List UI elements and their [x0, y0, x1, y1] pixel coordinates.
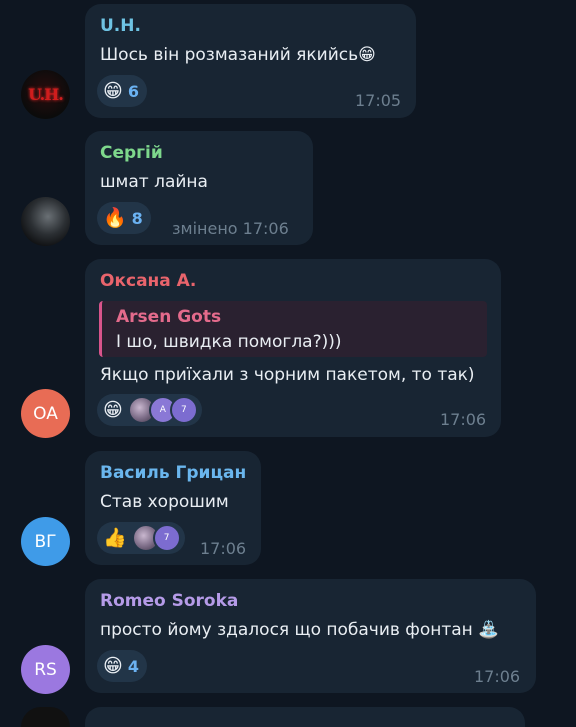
avatar[interactable]: U.H. [21, 70, 70, 119]
reaction-chip[interactable]: 😁 А 7 [97, 394, 202, 426]
reaction-count: 4 [127, 656, 139, 676]
message-time: 17:05 [355, 91, 402, 110]
message-text: Шось він розмазаний якийсь😁 [100, 45, 376, 65]
message-time: 17:06 [242, 219, 289, 238]
next-message-bubble[interactable] [85, 707, 525, 727]
message-time: 17:06 [440, 410, 487, 429]
author-name[interactable]: U.H. [100, 16, 141, 36]
message-bubble[interactable]: Romeo Soroka просто йому здалося що поба… [85, 579, 536, 693]
avatar-initials: ВГ [34, 531, 57, 552]
reaction-chip[interactable]: 🔥 8 [97, 202, 151, 234]
message-time: 17:06 [200, 539, 247, 558]
avatar-initials: OA [33, 403, 58, 424]
author-name[interactable]: Оксана А. [100, 271, 196, 291]
message-bubble[interactable]: U.H. Шось він розмазаний якийсь😁 😁 6 17:… [85, 4, 416, 118]
message-edited-time: змінено 17:06 [172, 219, 289, 238]
message-text: Став хорошим [100, 492, 229, 512]
reaction-count: 6 [127, 81, 139, 101]
reply-quote[interactable]: Arsen Gots І шо, швидка помогла?))) [99, 301, 487, 357]
message-time: 17:06 [474, 667, 521, 686]
grin-emoji-icon: 😁 [103, 398, 123, 421]
message-bubble[interactable]: Василь Грицан Став хорошим 👍 7 17:06 [85, 451, 261, 565]
reaction-chip[interactable]: 😁 4 [97, 650, 147, 682]
reaction-chip[interactable]: 👍 7 [97, 522, 185, 554]
avatar-label: U.H. [28, 85, 64, 104]
next-avatar[interactable] [21, 707, 70, 727]
reaction-count: 8 [131, 208, 143, 228]
fire-emoji-icon: 🔥 [103, 206, 127, 229]
edited-label: змінено [172, 219, 238, 238]
reply-text: І шо, швидка помогла?))) [116, 332, 342, 352]
message-bubble[interactable]: Сергій шмат лайна 🔥 8 змінено 17:06 [85, 131, 313, 245]
avatar-initials: RS [34, 659, 57, 680]
author-name[interactable]: Romeo Soroka [100, 591, 238, 611]
grin-emoji-icon: 😁 [103, 79, 123, 102]
avatar[interactable]: ВГ [21, 517, 70, 566]
avatar[interactable] [21, 197, 70, 246]
reaction-chip[interactable]: 😁 6 [97, 75, 147, 107]
author-name[interactable]: Сергій [100, 143, 163, 163]
author-name[interactable]: Василь Грицан [100, 463, 246, 483]
message-text: просто йому здалося що побачив фонтан ⛲ [100, 620, 500, 640]
avatar[interactable]: RS [21, 645, 70, 694]
grin-emoji-icon: 😁 [103, 654, 123, 677]
reactor-avatar: 7 [169, 396, 198, 424]
reactor-avatar: 7 [152, 524, 181, 552]
message-text: Якщо приїхали з чорним пакетом, то так) [100, 365, 475, 385]
thumbs-up-emoji-icon: 👍 [103, 526, 127, 549]
message-text: шмат лайна [100, 172, 208, 192]
message-bubble[interactable]: Оксана А. Arsen Gots І шо, швидка помогл… [85, 259, 501, 437]
reply-author: Arsen Gots [116, 307, 222, 327]
avatar[interactable]: OA [21, 389, 70, 438]
